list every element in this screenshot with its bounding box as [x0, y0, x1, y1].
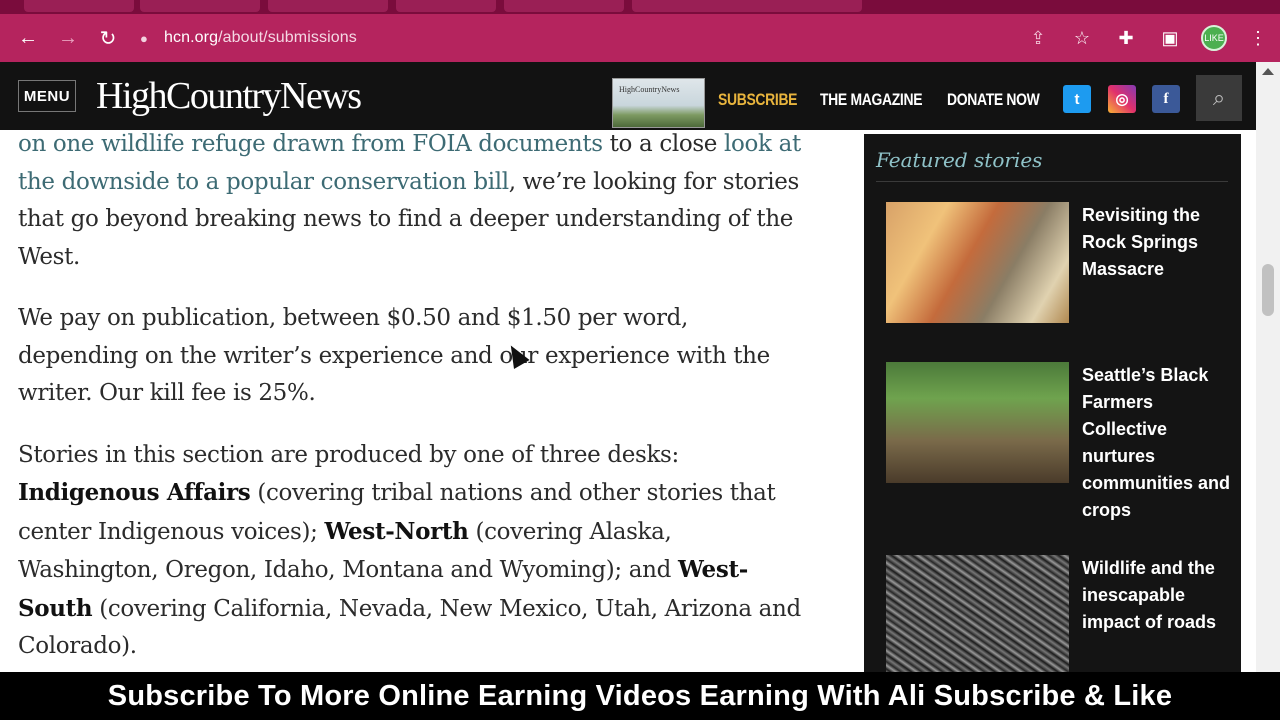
site-logo[interactable]: HighCountryNews [96, 74, 362, 118]
subscribe-link[interactable]: SUBSCRIBE [718, 90, 797, 110]
browser-tab[interactable] [504, 0, 624, 12]
menu-button[interactable]: MENU [18, 80, 76, 112]
story-headline[interactable]: Wildlife and the inescapable impact of r… [1082, 555, 1232, 636]
tab-strip [0, 0, 1280, 14]
forward-arrow-icon[interactable]: → [48, 18, 88, 58]
donate-now-link[interactable]: DONATE NOW [947, 90, 1040, 110]
star-icon[interactable]: ☆ [1060, 14, 1104, 62]
scroll-up-arrow-icon[interactable] [1262, 68, 1274, 75]
share-icon[interactable]: ⇪ [1016, 14, 1060, 62]
story-thumbnail[interactable] [886, 555, 1069, 672]
payment-paragraph: We pay on publication, between $0.50 and… [18, 305, 770, 406]
article-body: on one wildlife refuge drawn from FOIA d… [18, 126, 808, 690]
browser-tab[interactable] [140, 0, 260, 12]
back-arrow-icon[interactable]: ← [8, 18, 48, 58]
magazine-cover-thumbnail[interactable]: HighCountryNews [612, 78, 705, 128]
overlay-banner: Subscribe To More Online Earning Videos … [0, 672, 1280, 720]
browser-toolbar: ← → ↻ ● hcn.org/about/submissions ⇪ ☆ ✚ … [0, 14, 1280, 62]
browser-tab[interactable] [268, 0, 388, 12]
story-thumbnail[interactable] [886, 202, 1069, 323]
article-paragraph: on one wildlife refuge drawn from FOIA d… [18, 131, 801, 270]
the-magazine-link[interactable]: THE MAGAZINE [820, 90, 922, 110]
lock-icon[interactable]: ● [140, 31, 164, 46]
browser-tab[interactable] [396, 0, 496, 12]
desk-indigenous-affairs: Indigenous Affairs [18, 479, 251, 506]
foia-story-link[interactable]: on one wildlife refuge drawn from FOIA d… [18, 131, 603, 157]
url-text: hcn.org/about/submissions [164, 29, 357, 46]
reload-icon[interactable]: ↻ [88, 18, 128, 58]
twitter-icon[interactable]: t [1063, 85, 1091, 113]
story-headline[interactable]: Seattle’s Black Farmers Collective nurtu… [1082, 362, 1232, 524]
search-icon[interactable]: ⌕ [1196, 75, 1242, 121]
toolbar-actions: ⇪ ☆ ✚ ▣ LIKE ⋮ [1016, 14, 1280, 62]
profile-avatar[interactable]: LIKE [1192, 14, 1236, 62]
browser-tab[interactable] [24, 0, 134, 12]
extensions-puzzle-icon[interactable]: ✚ [1104, 14, 1148, 62]
kebab-menu-icon[interactable]: ⋮ [1236, 14, 1280, 62]
scrollbar-thumb[interactable] [1262, 264, 1274, 316]
browser-tab[interactable] [632, 0, 862, 12]
instagram-icon[interactable]: ◎ [1108, 85, 1136, 113]
sidebar-stories-clip: Revisiting the Rock Springs Massacre Sea… [864, 134, 1241, 672]
page-scrollbar[interactable] [1256, 62, 1280, 672]
desks-paragraph: Stories in this section are produced by … [18, 441, 801, 660]
desk-west-north: West-North [324, 517, 469, 545]
facebook-icon[interactable]: f [1152, 85, 1180, 113]
story-headline[interactable]: Revisiting the Rock Springs Massacre [1082, 202, 1232, 283]
story-thumbnail[interactable] [886, 362, 1069, 483]
side-panel-icon[interactable]: ▣ [1148, 14, 1192, 62]
